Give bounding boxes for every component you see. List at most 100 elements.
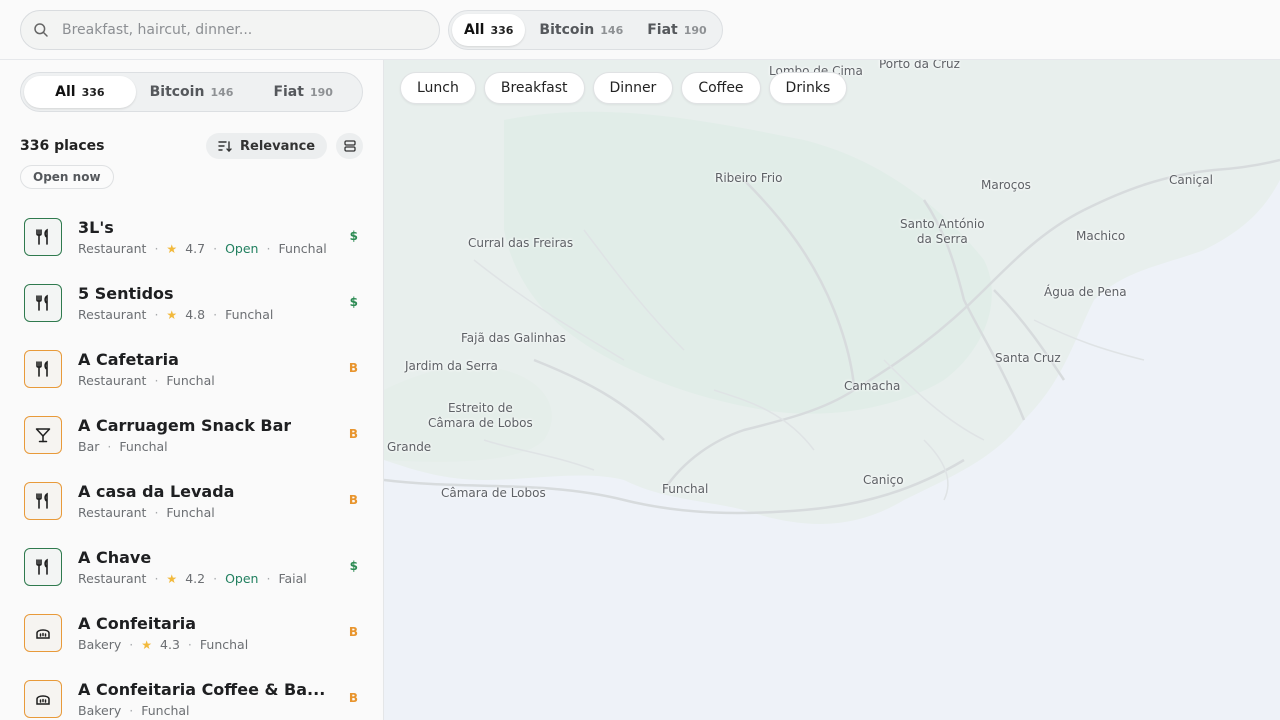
map-label: Ribeiro Frio [715,171,783,185]
chip-drinks[interactable]: Drinks [768,72,848,104]
sort-label: Relevance [240,138,316,154]
fork-knife-icon [34,294,52,312]
place-list-item[interactable]: A Confeitaria Coffee & Ba... Bakery · Func… [0,666,383,720]
place-category-icon-box [24,680,62,718]
place-location: Funchal [119,439,168,454]
chip-coffee[interactable]: Coffee [681,72,761,104]
sidebar-filter-fiat[interactable]: Fiat 190 [247,76,359,108]
filter-count: 336 [81,85,105,99]
place-location: Funchal [166,505,215,520]
place-category: Restaurant [78,241,147,256]
place-location: Funchal [141,703,190,718]
separator-dot: · [266,241,271,256]
separator-dot: · [154,307,159,322]
place-rating: 4.8 [185,307,206,322]
place-list-item[interactable]: A Carruagem Snack Bar Bar · Funchal B [0,402,383,468]
place-category: Bar [78,439,100,454]
fiat-icon: $ [349,559,358,573]
place-category: Bakery [78,703,122,718]
place-name: A Carruagem Snack Bar [78,416,292,435]
place-meta: Restaurant · ★ 4.2 · Open · Faial [78,571,307,586]
filter-all[interactable]: All 336 [452,14,526,46]
bread-icon [34,690,52,708]
bitcoin-icon: B [348,427,358,441]
map-label: Grande [387,440,432,454]
map-view[interactable]: Lombo de Cima Porto da Cruz Ribeiro Frio… [384,60,1280,720]
place-location: Funchal [225,307,274,322]
filter-label: Fiat [273,84,304,100]
place-category: Restaurant [78,505,147,520]
chip-dinner[interactable]: Dinner [592,72,674,104]
separator-dot: · [154,505,159,520]
chip-breakfast[interactable]: Breakfast [483,72,585,104]
place-location: Faial [278,571,307,586]
bitcoin-icon: B [348,361,358,375]
place-location: Funchal [166,373,215,388]
map-label: Funchal [662,482,709,496]
top-bar: All 336 Bitcoin 146 Fiat 190 [0,0,1280,60]
layout-toggle-button[interactable] [336,133,363,159]
place-rating: 4.3 [160,637,180,652]
search-icon [34,23,48,37]
map-label: Estreito de Câmara de Lobos [428,401,533,430]
sidebar-filter-bitcoin[interactable]: Bitcoin 146 [136,76,248,108]
places-list: 3L's Restaurant · ★ 4.7 · Open · Funchal $ 5 Se… [0,204,383,720]
open-now-filter[interactable]: Open now [20,165,114,189]
filter-count: 190 [309,85,333,99]
filter-count: 146 [210,85,234,99]
place-meta: Restaurant · ★ 4.7 · Open · Funchal [78,241,327,256]
star-icon: ★ [166,241,178,256]
place-meta: Bakery · ★ 4.3 · Funchal [78,637,248,652]
place-rating: 4.7 [185,241,206,256]
sort-icon [218,141,232,152]
place-name: A Cafetaria [78,350,179,369]
filter-label: Bitcoin [539,22,595,38]
sort-button[interactable]: Relevance [206,133,328,159]
map-label: Água de Pena [1044,285,1127,299]
fiat-icon: $ [349,229,358,243]
fiat-icon: $ [349,295,358,309]
star-icon: ★ [166,571,178,586]
filter-bitcoin[interactable]: Bitcoin 146 [525,14,635,46]
place-list-item[interactable]: A Cafetaria Restaurant · Funchal B [0,336,383,402]
star-icon: ★ [141,637,153,652]
place-list-item[interactable]: A Chave Restaurant · ★ 4.2 · Open · Faial $ [0,534,383,600]
place-name: 5 Sentidos [78,284,174,303]
chip-lunch[interactable]: Lunch [400,72,476,104]
map-label: Santo António da Serra [900,217,985,246]
sidebar: All 336 Bitcoin 146 Fiat 190 336 places Rel… [0,60,384,720]
place-name: A Chave [78,548,152,567]
filter-fiat[interactable]: Fiat 190 [635,14,718,46]
place-category-icon-box [24,482,62,520]
place-category: Bakery [78,637,122,652]
place-category: Restaurant [78,571,147,586]
search-box[interactable] [20,10,440,50]
separator-dot: · [107,439,112,454]
place-list-item[interactable]: 5 Sentidos Restaurant · ★ 4.8 · Funchal $ [0,270,383,336]
map-label: Caniço [863,473,904,487]
place-category-icon-box [24,284,62,322]
separator-dot: · [154,571,159,586]
place-meta: Restaurant · Funchal [78,373,215,388]
place-list-item[interactable]: A casa da Levada Restaurant · Funchal B [0,468,383,534]
search-input[interactable] [62,22,422,38]
star-icon: ★ [166,307,178,322]
place-list-item[interactable]: 3L's Restaurant · ★ 4.7 · Open · Funchal $ [0,204,383,270]
place-category: Restaurant [78,373,147,388]
separator-dot: · [187,637,192,652]
separator-dot: · [129,703,134,718]
place-category-icon-box [24,614,62,652]
separator-dot: · [266,571,271,586]
separator-dot: · [129,637,134,652]
separator-dot: · [213,307,218,322]
currency-filter-sidebar: All 336 Bitcoin 146 Fiat 190 [20,72,363,112]
place-meta: Restaurant · ★ 4.8 · Funchal [78,307,273,322]
sidebar-filter-all[interactable]: All 336 [24,76,136,108]
place-name: A Confeitaria Coffee & Ba... [78,680,326,699]
place-category-icon-box [24,548,62,586]
place-list-item[interactable]: A Confeitaria Bakery · ★ 4.3 · Funchal B [0,600,383,666]
place-location: Funchal [278,241,327,256]
map-label: Curral das Freiras [468,236,574,250]
place-name: A Confeitaria [78,614,196,633]
bitcoin-icon: B [348,493,358,507]
